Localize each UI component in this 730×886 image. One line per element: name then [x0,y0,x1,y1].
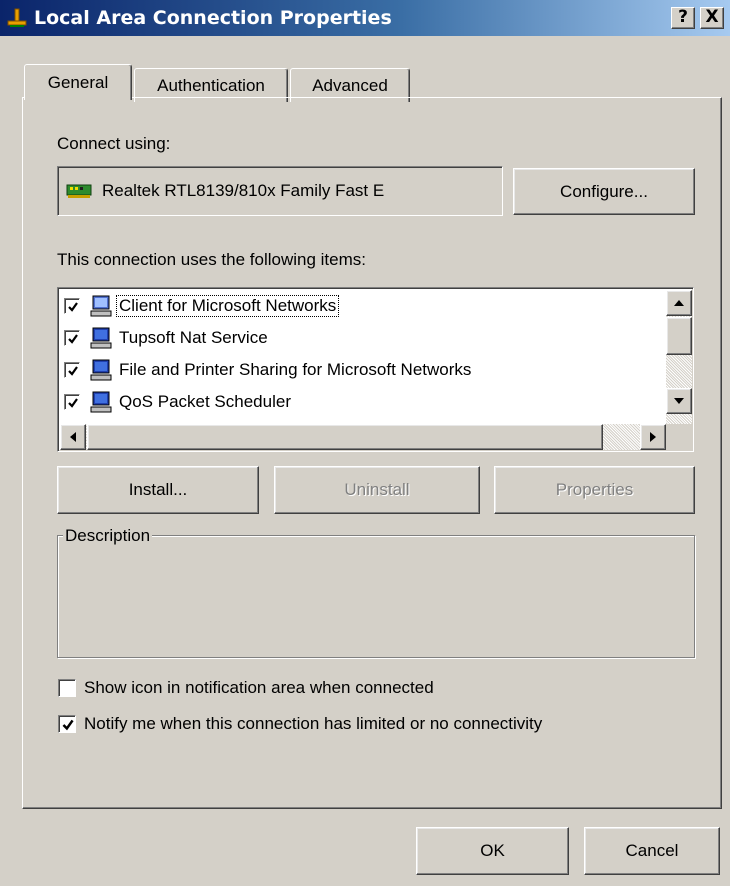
notify-checkbox[interactable] [58,715,76,733]
item-label: QoS Packet Scheduler [119,392,291,411]
item-checkbox[interactable] [64,298,80,314]
list-item[interactable]: Client for Microsoft Networks [64,290,340,322]
item-label: Tupsoft Nat Service [119,328,268,347]
item-label: File and Printer Sharing for Microsoft N… [119,360,472,379]
horizontal-scrollbar[interactable] [60,424,693,450]
scrollbar-corner [666,424,693,451]
show-icon-option[interactable]: Show icon in notification area when conn… [58,678,434,698]
tab-authentication-label: Authentication [157,75,265,95]
arrow-right-icon [650,432,656,442]
description-groupbox [57,535,695,658]
scroll-thumb-horizontal[interactable] [87,424,603,450]
list-item[interactable]: File and Printer Sharing for Microsoft N… [64,354,474,386]
network-adapter-icon [66,184,92,198]
arrow-left-icon [70,432,76,442]
vertical-scrollbar[interactable] [666,290,692,428]
properties-button[interactable]: Properties [494,466,695,514]
adapter-name: Realtek RTL8139/810x Family Fast E [102,181,385,200]
title-bar[interactable]: Local Area Connection Properties ? X [0,0,730,36]
tab-advanced-label: Advanced [312,75,388,95]
item-checkbox[interactable] [64,394,80,410]
show-icon-label: Show icon in notification area when conn… [84,678,434,697]
arrow-down-icon [674,398,684,404]
arrow-up-icon [674,300,684,306]
properties-button-label: Properties [555,480,634,499]
item-checkbox[interactable] [64,330,80,346]
install-button[interactable]: Install... [57,466,259,514]
connect-using-label: Connect using: [57,134,171,153]
help-button[interactable]: ? [671,7,695,29]
scroll-up-button[interactable] [666,290,692,316]
scroll-thumb[interactable] [666,317,692,355]
list-item[interactable]: Tupsoft Nat Service [64,322,271,354]
configure-button-label: Configure... [560,181,648,201]
description-label: Description [63,526,153,546]
scroll-left-button[interactable] [60,424,86,450]
computer-icon [90,391,112,413]
components-list[interactable]: Client for Microsoft Networks Tupsoft Na… [57,287,694,452]
item-label: Client for Microsoft Networks [116,295,340,317]
list-item[interactable]: QoS Packet Scheduler [64,386,294,418]
computer-icon [90,295,112,317]
tab-general[interactable]: General [24,64,132,100]
notify-option[interactable]: Notify me when this connection has limit… [58,714,542,734]
items-label: This connection uses the following items… [57,250,366,269]
cancel-button-label: Cancel [625,841,679,860]
notify-label: Notify me when this connection has limit… [84,714,543,733]
tab-general-label: General [47,72,109,92]
computer-icon [90,327,112,349]
scroll-right-button[interactable] [640,424,666,450]
window-title: Local Area Connection Properties [34,7,392,29]
configure-button[interactable]: Configure... [513,168,695,215]
item-checkbox[interactable] [64,362,80,378]
uninstall-button-label: Uninstall [344,480,410,499]
ok-button-label: OK [480,841,505,860]
uninstall-button[interactable]: Uninstall [274,466,480,514]
ok-button[interactable]: OK [416,827,569,875]
close-button[interactable]: X [700,7,724,29]
show-icon-checkbox[interactable] [58,679,76,697]
scroll-down-button[interactable] [666,388,692,414]
adapter-field: Realtek RTL8139/810x Family Fast E [57,166,503,216]
computer-icon [90,359,112,381]
cancel-button[interactable]: Cancel [584,827,720,875]
network-connection-icon [7,8,27,27]
install-button-label: Install... [128,480,188,499]
